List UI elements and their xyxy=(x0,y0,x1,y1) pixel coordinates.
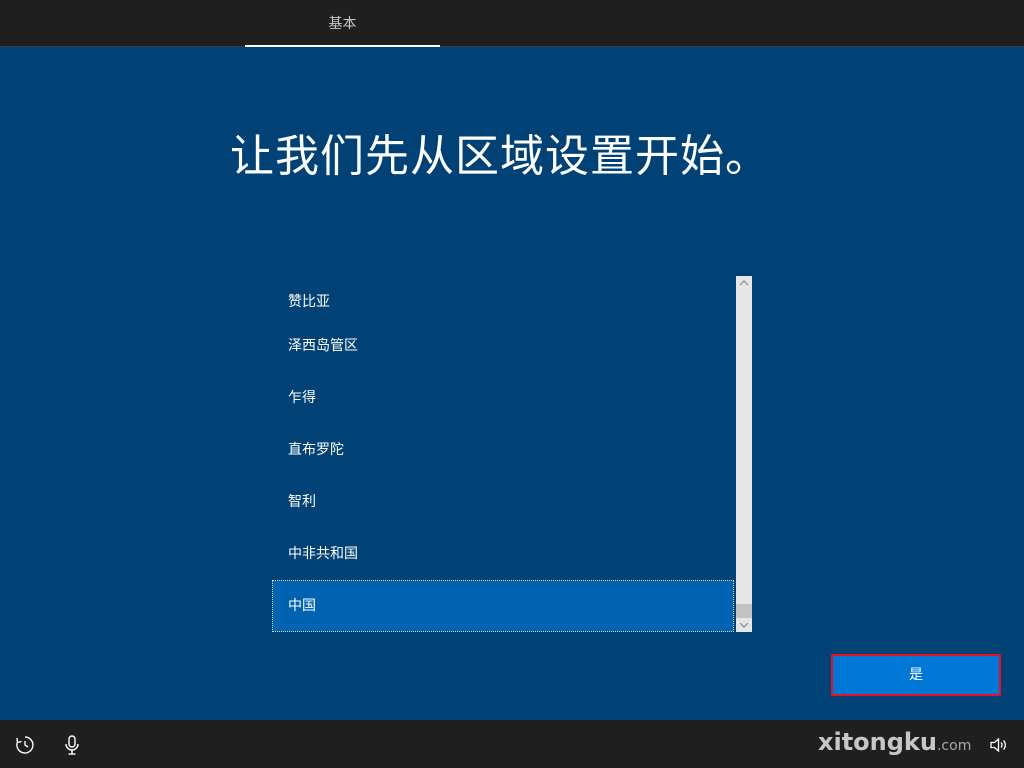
tab-basics: 基本 xyxy=(328,16,357,32)
region-list[interactable]: 赞比亚 泽西岛管区 乍得 直布罗陀 智利 中非共和国 中国 xyxy=(272,276,752,632)
list-item-chile[interactable]: 智利 xyxy=(272,476,734,528)
watermark-suffix: .com xyxy=(936,738,972,754)
watermark-brand: xitongku xyxy=(818,728,937,756)
list-item-jersey[interactable]: 泽西岛管区 xyxy=(272,320,734,372)
ease-of-access-icon[interactable] xyxy=(13,733,37,757)
top-bar-divider xyxy=(0,46,1024,47)
scroll-down-icon[interactable] xyxy=(736,618,752,632)
microphone-icon[interactable] xyxy=(60,733,84,757)
list-scrollbar[interactable] xyxy=(736,276,752,632)
volume-icon[interactable] xyxy=(987,733,1011,757)
watermark-logo: xitongku.com xyxy=(818,728,971,758)
list-item-central-african-republic[interactable]: 中非共和国 xyxy=(272,528,734,580)
oobe-screen: 基本 让我们先从区域设置开始。 赞比亚 泽西岛管区 乍得 直布罗陀 智利 中非共… xyxy=(0,0,1024,768)
list-item-china[interactable]: 中国 xyxy=(272,580,734,632)
top-bar: 基本 xyxy=(0,0,1024,47)
scroll-up-icon[interactable] xyxy=(736,276,752,290)
scroll-thumb[interactable] xyxy=(736,604,752,618)
tab-active-indicator xyxy=(245,45,440,47)
list-item-gibraltar[interactable]: 直布罗陀 xyxy=(272,424,734,476)
page-title: 让我们先从区域设置开始。 xyxy=(230,131,770,182)
list-item-chad[interactable]: 乍得 xyxy=(272,372,734,424)
bottom-bar: xitongku.com xyxy=(0,720,1024,768)
yes-button[interactable]: 是 xyxy=(831,654,1001,696)
